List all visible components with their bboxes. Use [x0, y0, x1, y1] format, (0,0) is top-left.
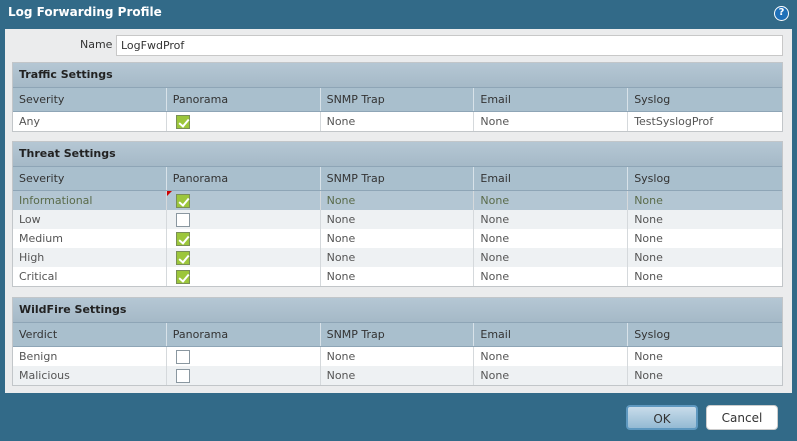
- column-header-snmp-trap[interactable]: SNMP Trap: [321, 323, 475, 346]
- panorama-checkbox[interactable]: [175, 349, 190, 364]
- column-header-row: Severity Panorama SNMP Trap Email Syslog: [13, 88, 782, 112]
- table-row[interactable]: High None None None: [13, 248, 782, 267]
- panorama-checkbox[interactable]: [175, 231, 190, 246]
- syslog-cell[interactable]: None: [628, 267, 782, 286]
- snmp-cell[interactable]: None: [321, 267, 475, 286]
- modified-flag-icon: [166, 191, 172, 196]
- row-label: Critical: [13, 267, 167, 286]
- column-header-severity[interactable]: Severity: [13, 167, 167, 190]
- column-header-syslog[interactable]: Syslog: [628, 167, 782, 190]
- cancel-button[interactable]: Cancel: [706, 405, 778, 430]
- column-header-severity[interactable]: Severity: [13, 88, 167, 111]
- column-header-row: Severity Panorama SNMP Trap Email Syslog: [13, 167, 782, 191]
- row-label: Informational: [13, 191, 167, 210]
- snmp-cell[interactable]: None: [321, 210, 475, 229]
- syslog-cell[interactable]: None: [628, 347, 782, 366]
- panorama-cell: [167, 366, 321, 385]
- panorama-checkbox[interactable]: [175, 193, 190, 208]
- traffic-settings-table: Traffic Settings Severity Panorama SNMP Tra…: [12, 62, 783, 132]
- email-cell[interactable]: None: [474, 248, 629, 267]
- table-row[interactable]: Any None None TestSyslogProf: [13, 112, 782, 131]
- panorama-cell: [167, 248, 321, 267]
- column-header-snmp-trap[interactable]: SNMP Trap: [321, 167, 475, 190]
- row-label: Malicious: [13, 366, 167, 385]
- column-header-snmp-trap[interactable]: SNMP Trap: [321, 88, 475, 111]
- snmp-cell[interactable]: None: [321, 229, 475, 248]
- column-header-panorama[interactable]: Panorama: [167, 323, 321, 346]
- panorama-cell: [167, 347, 321, 366]
- column-header-syslog[interactable]: Syslog: [628, 88, 782, 111]
- panorama-cell: [167, 229, 321, 248]
- email-cell[interactable]: None: [474, 366, 629, 385]
- name-label: Name: [80, 38, 113, 51]
- name-input[interactable]: [116, 35, 783, 56]
- panorama-cell: [167, 267, 321, 286]
- column-header-syslog[interactable]: Syslog: [628, 323, 782, 346]
- section-title: Traffic Settings: [13, 63, 782, 88]
- snmp-cell[interactable]: None: [321, 366, 475, 385]
- column-header-email[interactable]: Email: [474, 167, 629, 190]
- panorama-cell: [167, 210, 321, 229]
- email-cell[interactable]: None: [474, 347, 629, 366]
- syslog-cell[interactable]: TestSyslogProf: [628, 112, 782, 131]
- row-label: High: [13, 248, 167, 267]
- dialog-title: Log Forwarding Profile: [8, 5, 162, 19]
- panorama-checkbox[interactable]: [175, 250, 190, 265]
- row-label: Benign: [13, 347, 167, 366]
- help-icon[interactable]: ?: [774, 6, 789, 21]
- panorama-cell: [166, 191, 321, 210]
- panorama-cell: [167, 112, 321, 131]
- column-header-email[interactable]: Email: [474, 88, 629, 111]
- snmp-cell[interactable]: None: [321, 112, 475, 131]
- panorama-checkbox[interactable]: [175, 269, 190, 284]
- email-cell[interactable]: None: [474, 267, 629, 286]
- table-row[interactable]: Benign None None None: [13, 347, 782, 366]
- syslog-cell[interactable]: None: [628, 229, 782, 248]
- panorama-checkbox[interactable]: [175, 212, 190, 227]
- column-header-row: Verdict Panorama SNMP Trap Email Syslog: [13, 323, 782, 347]
- ok-button[interactable]: OK: [626, 405, 698, 430]
- section-title: WildFire Settings: [13, 298, 782, 323]
- panorama-checkbox[interactable]: [175, 114, 190, 129]
- table-row[interactable]: Malicious None None None: [13, 366, 782, 385]
- syslog-cell[interactable]: None: [628, 191, 782, 210]
- snmp-cell[interactable]: None: [321, 347, 475, 366]
- column-header-panorama[interactable]: Panorama: [167, 88, 321, 111]
- threat-settings-table: Threat Settings Severity Panorama SNMP Trap…: [12, 141, 783, 287]
- email-cell[interactable]: None: [474, 210, 629, 229]
- table-row[interactable]: Low None None None: [13, 210, 782, 229]
- snmp-cell[interactable]: None: [321, 248, 475, 267]
- table-row[interactable]: Critical None None None: [13, 267, 782, 286]
- table-row[interactable]: Medium None None None: [13, 229, 782, 248]
- section-title: Threat Settings: [13, 142, 782, 167]
- snmp-cell[interactable]: None: [321, 191, 475, 210]
- column-header-verdict[interactable]: Verdict: [13, 323, 167, 346]
- wildfire-settings-table: WildFire Settings Verdict Panorama SNMP Tra…: [12, 297, 783, 386]
- row-label: Any: [13, 112, 167, 131]
- email-cell[interactable]: None: [474, 191, 629, 210]
- row-label: Medium: [13, 229, 167, 248]
- email-cell[interactable]: None: [474, 229, 629, 248]
- column-header-email[interactable]: Email: [474, 323, 629, 346]
- syslog-cell[interactable]: None: [628, 248, 782, 267]
- table-row[interactable]: Informational None None None: [13, 191, 782, 210]
- column-header-panorama[interactable]: Panorama: [167, 167, 321, 190]
- panorama-checkbox[interactable]: [175, 368, 190, 383]
- syslog-cell[interactable]: None: [628, 366, 782, 385]
- email-cell[interactable]: None: [474, 112, 629, 131]
- syslog-cell[interactable]: None: [628, 210, 782, 229]
- row-label: Low: [13, 210, 167, 229]
